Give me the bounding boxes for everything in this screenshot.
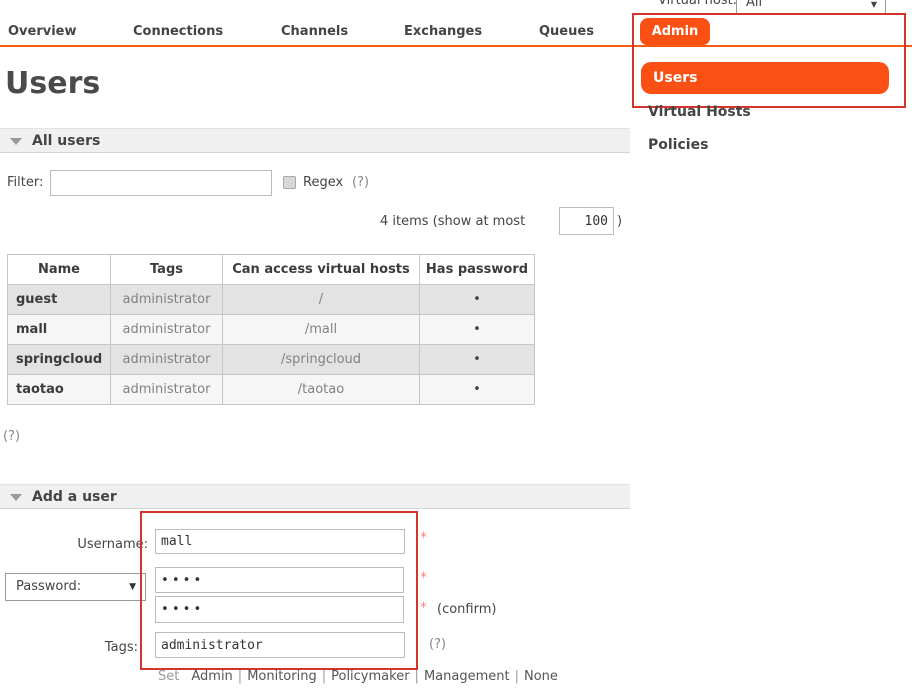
users-table: Name Tags Can access virtual hosts Has p… bbox=[7, 254, 535, 405]
regex-checkbox[interactable] bbox=[283, 176, 296, 189]
add-user-section-header[interactable]: Add a user bbox=[0, 484, 630, 509]
required-asterisk: * bbox=[420, 600, 427, 616]
table-row: taotao administrator /taotao • bbox=[8, 375, 535, 405]
items-count-text: 4 items (show at most bbox=[380, 214, 525, 229]
virtual-host-select[interactable]: All ▼ bbox=[736, 0, 886, 14]
tab-channels[interactable]: Channels bbox=[281, 24, 348, 39]
username-label: Username: bbox=[60, 537, 148, 552]
tag-link-none[interactable]: None bbox=[524, 669, 558, 684]
collapse-arrow-icon bbox=[10, 138, 22, 145]
separator: | bbox=[415, 669, 419, 684]
user-name-link[interactable]: taotao bbox=[8, 375, 111, 405]
tag-link-management[interactable]: Management bbox=[424, 669, 510, 684]
page-title: Users bbox=[5, 66, 100, 101]
user-name-link[interactable]: mall bbox=[8, 315, 111, 345]
user-name-link[interactable]: guest bbox=[8, 285, 111, 315]
sidebar-item-policies[interactable]: Policies bbox=[648, 137, 708, 153]
user-vhosts: /taotao bbox=[223, 375, 420, 405]
filter-input[interactable] bbox=[50, 170, 272, 196]
set-label: Set bbox=[158, 669, 179, 684]
tag-link-policymaker[interactable]: Policymaker bbox=[331, 669, 409, 684]
user-tags: administrator bbox=[111, 315, 223, 345]
table-row: mall administrator /mall • bbox=[8, 315, 535, 345]
user-name-link[interactable]: springcloud bbox=[8, 345, 111, 375]
column-header-vhosts: Can access virtual hosts bbox=[223, 255, 420, 285]
has-password-dot: • bbox=[420, 375, 535, 405]
user-tags: administrator bbox=[111, 345, 223, 375]
table-row: guest administrator / • bbox=[8, 285, 535, 315]
sidebar-item-users[interactable]: Users bbox=[641, 62, 889, 94]
chevron-down-icon: ▼ bbox=[871, 0, 877, 9]
items-count-close-paren: ) bbox=[617, 214, 622, 229]
regex-help-link[interactable]: (?) bbox=[352, 175, 369, 190]
tag-link-admin[interactable]: Admin bbox=[191, 669, 232, 684]
collapse-arrow-icon bbox=[10, 494, 22, 501]
user-vhosts: / bbox=[223, 285, 420, 315]
column-header-tags: Tags bbox=[111, 255, 223, 285]
password-type-select[interactable]: Password: ▼ bbox=[5, 573, 146, 601]
has-password-dot: • bbox=[420, 315, 535, 345]
separator: | bbox=[515, 669, 519, 684]
tags-label: Tags: bbox=[95, 640, 138, 655]
user-tags: administrator bbox=[111, 285, 223, 315]
tags-input[interactable] bbox=[155, 632, 405, 658]
virtual-host-label: Virtual host: bbox=[658, 0, 737, 8]
table-header-row: Name Tags Can access virtual hosts Has p… bbox=[8, 255, 535, 285]
tab-queues[interactable]: Queues bbox=[539, 24, 594, 39]
sidebar-item-virtual-hosts[interactable]: Virtual Hosts bbox=[648, 104, 751, 120]
filter-label: Filter: bbox=[7, 175, 43, 190]
password-confirm-input[interactable] bbox=[155, 596, 404, 623]
add-user-section-title: Add a user bbox=[32, 489, 117, 505]
user-vhosts: /springcloud bbox=[223, 345, 420, 375]
tab-exchanges[interactable]: Exchanges bbox=[404, 24, 482, 39]
show-at-most-input[interactable] bbox=[559, 207, 614, 235]
tag-shortcut-row: Set Admin | Monitoring | Policymaker | Manageme… bbox=[158, 669, 558, 684]
regex-label: Regex bbox=[303, 175, 343, 190]
table-help-link[interactable]: (?) bbox=[3, 429, 20, 444]
column-header-has-password: Has password bbox=[420, 255, 535, 285]
has-password-dot: • bbox=[420, 345, 535, 375]
separator: | bbox=[322, 669, 326, 684]
rabbitmq-users-page: Virtual host: All ▼ Overview Connections… bbox=[0, 0, 912, 694]
password-type-selected-value: Password: bbox=[16, 579, 81, 594]
required-asterisk: * bbox=[420, 530, 427, 546]
table-row: springcloud administrator /springcloud • bbox=[8, 345, 535, 375]
has-password-dot: • bbox=[420, 285, 535, 315]
all-users-section-title: All users bbox=[32, 133, 100, 149]
confirm-note: (confirm) bbox=[437, 602, 496, 617]
user-vhosts: /mall bbox=[223, 315, 420, 345]
user-tags: administrator bbox=[111, 375, 223, 405]
separator: | bbox=[238, 669, 242, 684]
tab-overview[interactable]: Overview bbox=[8, 24, 77, 39]
tag-link-monitoring[interactable]: Monitoring bbox=[247, 669, 317, 684]
chevron-down-icon: ▼ bbox=[129, 582, 136, 592]
all-users-section-header[interactable]: All users bbox=[0, 128, 630, 153]
password-input[interactable] bbox=[155, 567, 404, 593]
tab-connections[interactable]: Connections bbox=[133, 24, 223, 39]
tab-admin[interactable]: Admin bbox=[640, 18, 710, 45]
required-asterisk: * bbox=[420, 570, 427, 586]
username-input[interactable] bbox=[155, 529, 405, 554]
column-header-name: Name bbox=[8, 255, 111, 285]
virtual-host-selected-value: All bbox=[746, 0, 762, 10]
nav-underline bbox=[0, 45, 912, 47]
tags-help-link[interactable]: (?) bbox=[429, 637, 446, 652]
